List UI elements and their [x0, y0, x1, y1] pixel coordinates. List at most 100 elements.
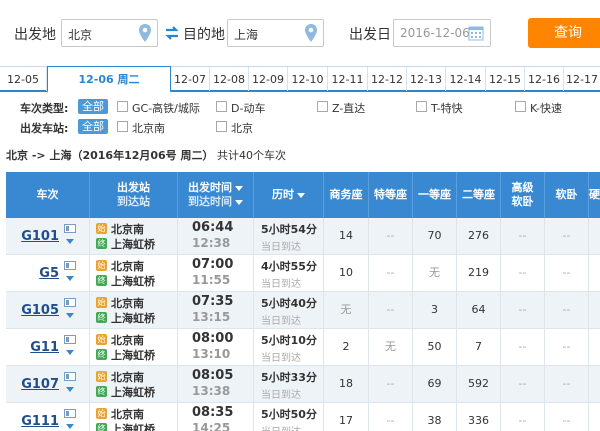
table-header: 车次 出发站 到达站 出发时间 到达时间 历时 商务座 特等座 一等座 二等座 高… — [6, 172, 600, 218]
tab-12-10[interactable]: 12-10 — [288, 67, 328, 91]
checkbox-k[interactable] — [515, 101, 526, 112]
to-station: 上海虹桥 — [111, 275, 155, 288]
seat-first: 70 — [413, 218, 457, 254]
train-number-link[interactable]: G107 — [21, 377, 59, 392]
seat-first: 69 — [413, 366, 457, 402]
checkbox-d[interactable] — [216, 101, 227, 112]
expand-arrow-icon[interactable] — [66, 387, 74, 392]
tab-12-15[interactable]: 12-15 — [486, 67, 525, 91]
from-station: 北京南 — [111, 297, 144, 310]
to-value: 上海 — [234, 28, 259, 42]
seat-soft: -- — [501, 218, 545, 254]
seat-softsleeper: -- — [545, 292, 589, 328]
seat-soft: -- — [501, 366, 545, 402]
to-station: 上海虹桥 — [111, 238, 155, 251]
sort-arrow-icon — [235, 199, 243, 205]
time-cell: 08:00 13:10 — [178, 329, 254, 365]
tab-12-11[interactable]: 12-11 — [328, 67, 368, 91]
col-special: 特等座 — [369, 172, 413, 218]
seat-soft: -- — [501, 403, 545, 431]
seat-business: 无 — [324, 292, 369, 328]
tab-12-05[interactable]: 12-05 — [0, 67, 47, 91]
train-info-icon[interactable] — [64, 261, 76, 270]
tab-12-07[interactable]: 12-07 — [171, 67, 210, 91]
tab-12-14[interactable]: 12-14 — [446, 67, 486, 91]
expand-arrow-icon[interactable] — [66, 313, 74, 318]
train-info-icon[interactable] — [64, 335, 76, 344]
departure-time: 07:00 — [192, 257, 234, 272]
col-time[interactable]: 出发时间 到达时间 — [178, 172, 254, 218]
expand-arrow-icon[interactable] — [66, 424, 74, 429]
checkbox-beijing[interactable] — [216, 121, 227, 132]
train-number-link[interactable]: G111 — [21, 414, 59, 429]
table-row: G5 始北京南终上海虹桥 07:00 11:55 4小时55分 当日到达 10 -- 无 219-… — [6, 255, 600, 292]
end-station-badge: 终 — [96, 423, 107, 431]
duration: 5小时50分 — [261, 408, 317, 421]
tab-12-08[interactable]: 12-08 — [210, 67, 249, 91]
duration: 5小时40分 — [261, 297, 317, 310]
train-number-link[interactable]: G105 — [21, 303, 59, 318]
seat-soft: -- — [501, 292, 545, 328]
train-cell: G111 — [6, 403, 90, 431]
expand-arrow-icon[interactable] — [66, 350, 74, 355]
tab-12-12[interactable]: 12-12 — [368, 67, 407, 91]
time-cell: 07:00 11:55 — [178, 255, 254, 291]
train-type-all-button[interactable]: 全部 — [78, 99, 108, 114]
to-label: 目的地 — [183, 27, 225, 43]
col-soft: 高级 软卧 — [501, 172, 545, 218]
station-all-button[interactable]: 全部 — [78, 119, 108, 134]
summary-route: 北京 -> 上海 — [6, 149, 72, 162]
checkbox-z[interactable] — [317, 101, 328, 112]
sort-arrow-icon — [235, 185, 243, 191]
date-label: 出发日 — [349, 27, 391, 43]
end-station-badge: 终 — [96, 349, 107, 360]
checkbox-t[interactable] — [416, 101, 427, 112]
train-number-link[interactable]: G5 — [39, 266, 59, 281]
arrival-time: 13:10 — [192, 347, 231, 361]
from-field[interactable]: 北京 — [61, 19, 158, 47]
col-duration[interactable]: 历时 — [254, 172, 324, 218]
arrival-day: 当日到达 — [261, 279, 301, 290]
station-beijing-label: 北京 — [231, 122, 253, 135]
seat-first: 3 — [413, 292, 457, 328]
swap-icon[interactable] — [164, 26, 180, 43]
train-cell: G107 — [6, 366, 90, 402]
seat-special: -- — [369, 255, 413, 291]
train-info-icon[interactable] — [64, 409, 76, 418]
query-button[interactable]: 查询 — [528, 18, 600, 48]
train-info-icon[interactable] — [64, 224, 76, 233]
date-field[interactable]: 2016-12-06 — [393, 19, 491, 47]
checkbox-beijingnan[interactable] — [117, 121, 128, 132]
seat-first: 38 — [413, 403, 457, 431]
train-info-icon[interactable] — [64, 372, 76, 381]
train-info-icon[interactable] — [64, 298, 76, 307]
station-beijingnan-label: 北京南 — [132, 122, 165, 135]
col-business: 商务座 — [324, 172, 369, 218]
tab-12-17[interactable]: 12-17 — [564, 67, 600, 91]
from-label: 出发地 — [14, 27, 56, 43]
to-field[interactable]: 上海 — [227, 19, 324, 47]
train-number-link[interactable]: G11 — [30, 340, 59, 355]
tab-12-13[interactable]: 12-13 — [407, 67, 446, 91]
arrival-time: 14:25 — [192, 421, 231, 431]
checkbox-gc[interactable] — [117, 101, 128, 112]
arrival-day: 当日到达 — [261, 316, 301, 327]
duration-cell: 5小时33分 当日到达 — [254, 366, 324, 402]
time-cell: 07:35 13:15 — [178, 292, 254, 328]
location-pin-icon — [305, 24, 317, 45]
train-number-link[interactable]: G101 — [21, 229, 59, 244]
from-station: 北京南 — [111, 260, 144, 273]
expand-arrow-icon[interactable] — [66, 276, 74, 281]
seat-special: -- — [369, 366, 413, 402]
tab-12-16[interactable]: 12-16 — [525, 67, 564, 91]
tab-12-06[interactable]: 12-06 周二 — [47, 66, 171, 93]
col-second: 二等座 — [457, 172, 501, 218]
from-value: 北京 — [68, 28, 93, 42]
summary-date: （2016年12月06号 周二） — [71, 149, 214, 162]
time-cell: 06:44 12:38 — [178, 218, 254, 254]
tab-12-09[interactable]: 12-09 — [249, 67, 288, 91]
duration-cell: 5小时50分当日到达 — [254, 403, 324, 431]
seat-second: 64 — [457, 292, 501, 328]
train-cell: G11 — [6, 329, 90, 365]
expand-arrow-icon[interactable] — [66, 239, 74, 244]
